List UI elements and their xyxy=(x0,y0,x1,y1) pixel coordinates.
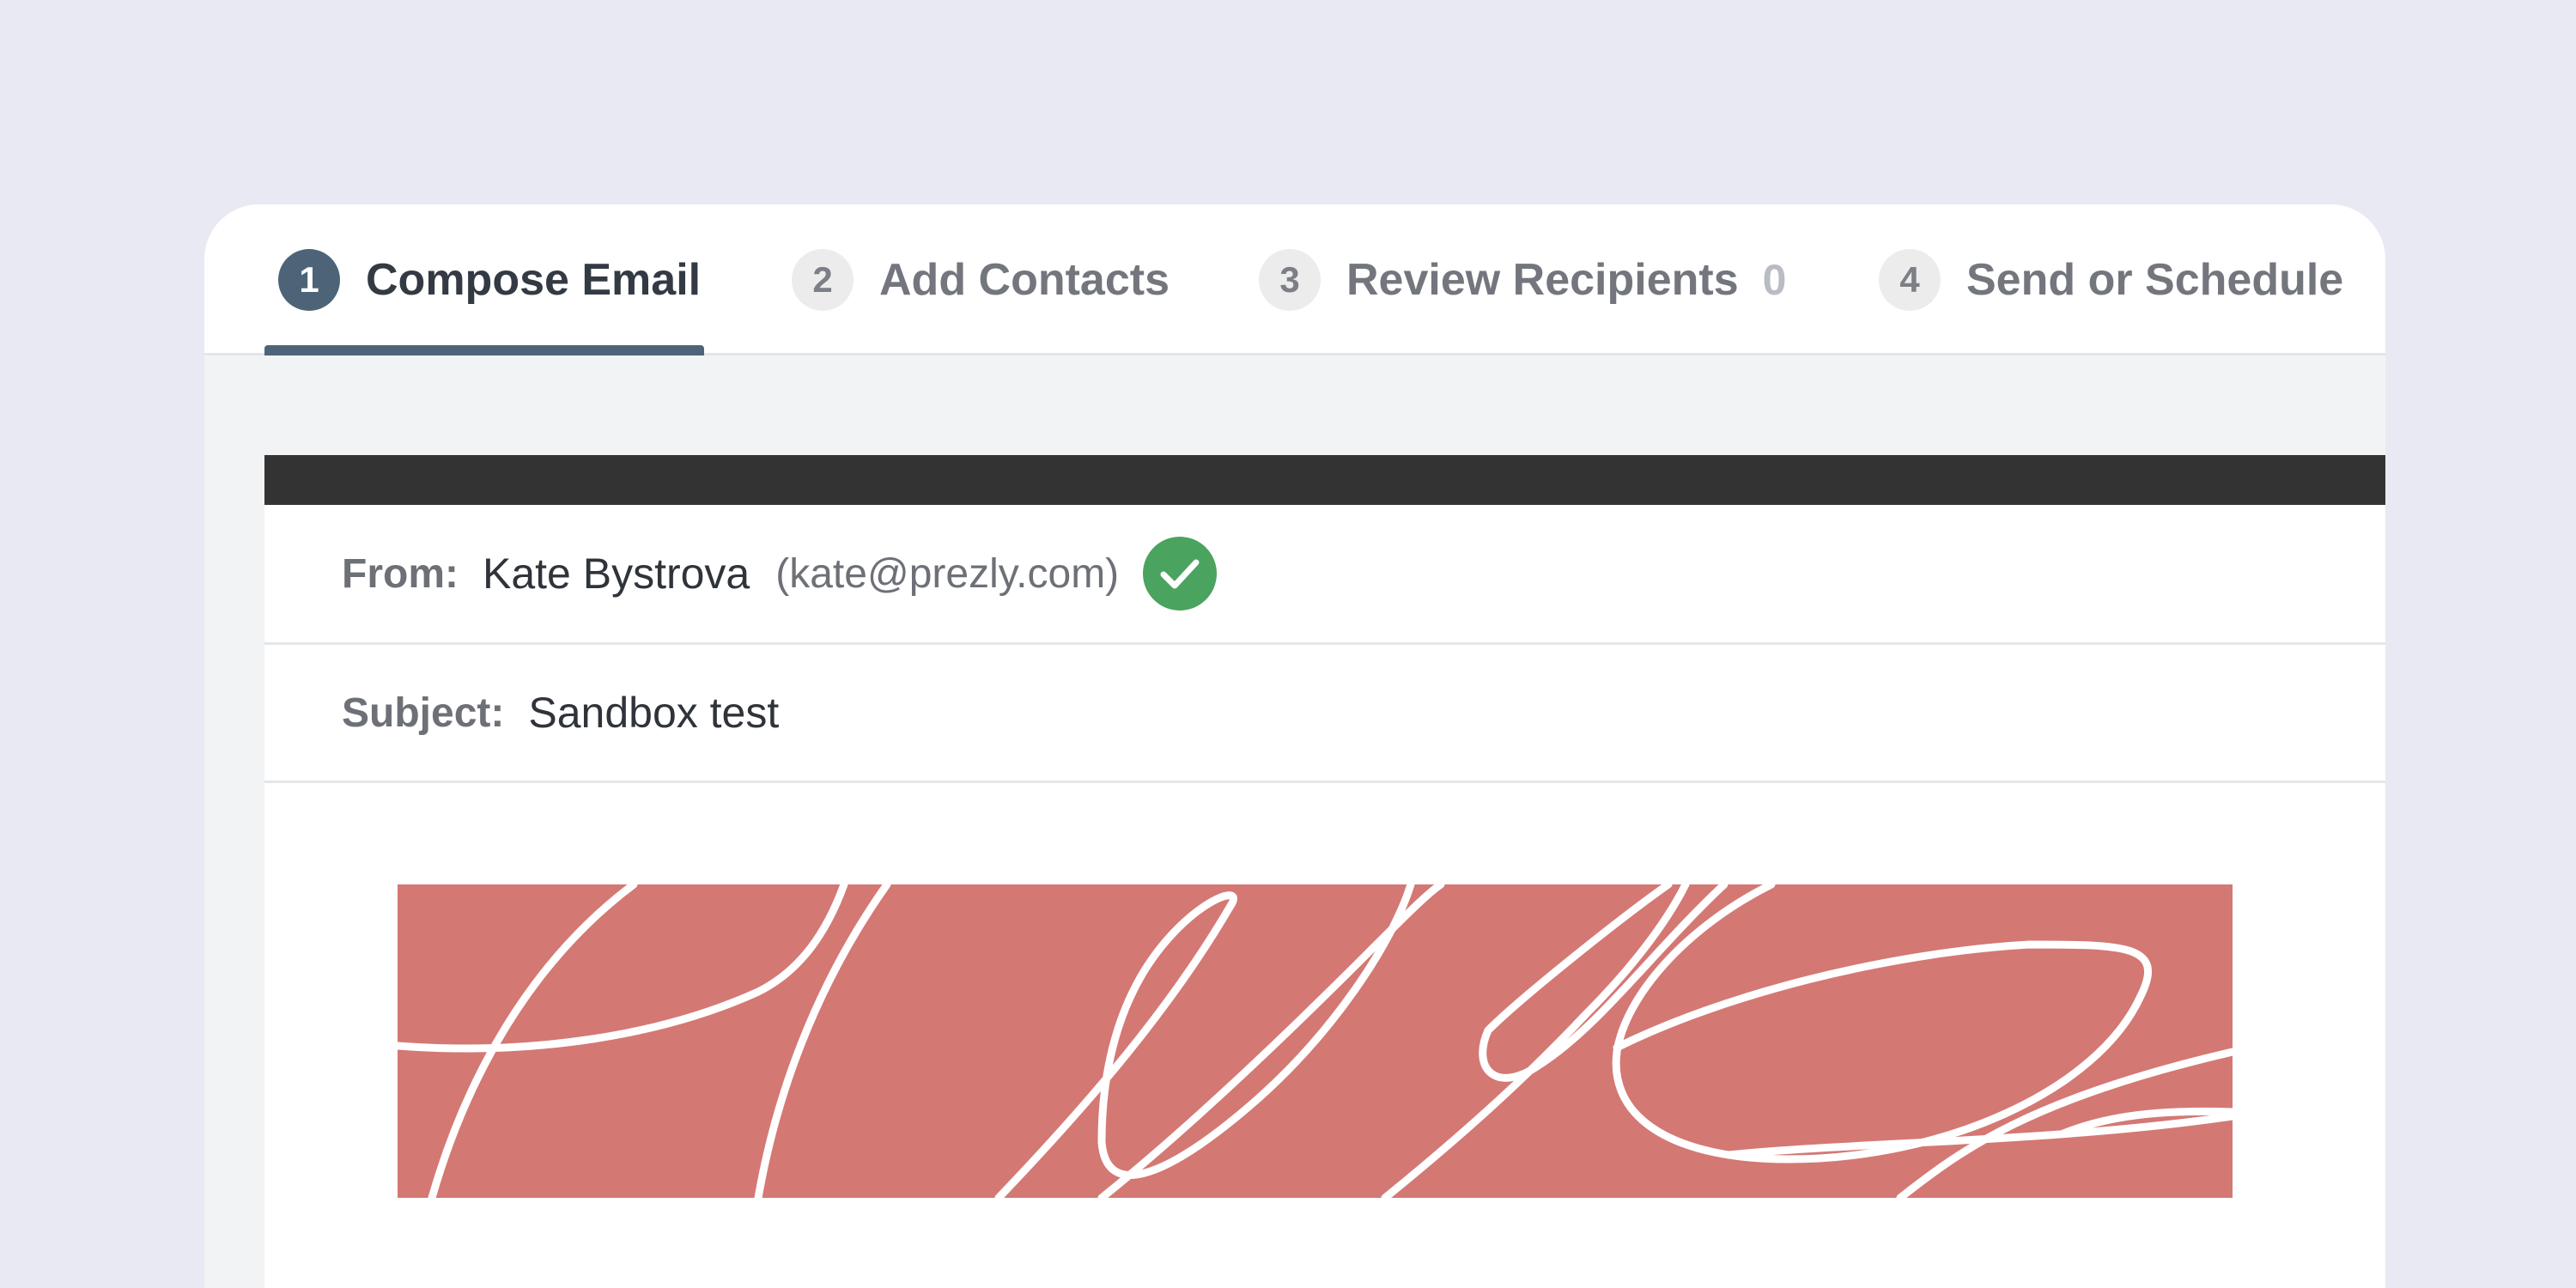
email-header-image xyxy=(398,884,2233,1198)
campaign-card: 1 Compose Email 2 Add Contacts 3 Review … xyxy=(204,204,2385,1288)
step-review-recipients[interactable]: 3 Review Recipients 0 xyxy=(1259,204,1786,355)
campaign-stepper: 1 Compose Email 2 Add Contacts 3 Review … xyxy=(204,204,2385,355)
step-number: 1 xyxy=(278,249,340,311)
check-circle-icon xyxy=(1143,537,1218,611)
email-editor: From: Kate Bystrova (kate@prezly.com) Su… xyxy=(264,455,2385,1288)
step-label: Review Recipients xyxy=(1346,255,1739,305)
recipient-count: 0 xyxy=(1762,256,1787,304)
editor-toolbar xyxy=(264,455,2385,505)
active-step-underline xyxy=(264,345,704,355)
step-label: Send or Schedule xyxy=(1966,255,2344,305)
subject-value: Sandbox test xyxy=(528,689,780,737)
step-number: 3 xyxy=(1259,249,1321,311)
step-add-contacts[interactable]: 2 Add Contacts xyxy=(792,204,1170,355)
step-compose-email[interactable]: 1 Compose Email xyxy=(278,204,701,355)
from-field[interactable]: From: Kate Bystrova (kate@prezly.com) xyxy=(264,505,2385,645)
subject-field[interactable]: Subject: Sandbox test xyxy=(264,645,2385,783)
step-label: Compose Email xyxy=(366,255,702,305)
subject-label: Subject: xyxy=(342,690,505,736)
step-number: 2 xyxy=(792,249,854,311)
from-label: From: xyxy=(342,550,459,597)
compose-workspace: From: Kate Bystrova (kate@prezly.com) Su… xyxy=(204,355,2385,1288)
step-send-or-schedule[interactable]: 4 Send or Schedule xyxy=(1879,204,2343,355)
step-label: Add Contacts xyxy=(879,255,1170,305)
scribble-pattern-image xyxy=(398,884,2233,1198)
sender-email: (kate@prezly.com) xyxy=(775,550,1120,597)
sender-name: Kate Bystrova xyxy=(482,550,750,598)
step-number: 4 xyxy=(1879,249,1941,311)
